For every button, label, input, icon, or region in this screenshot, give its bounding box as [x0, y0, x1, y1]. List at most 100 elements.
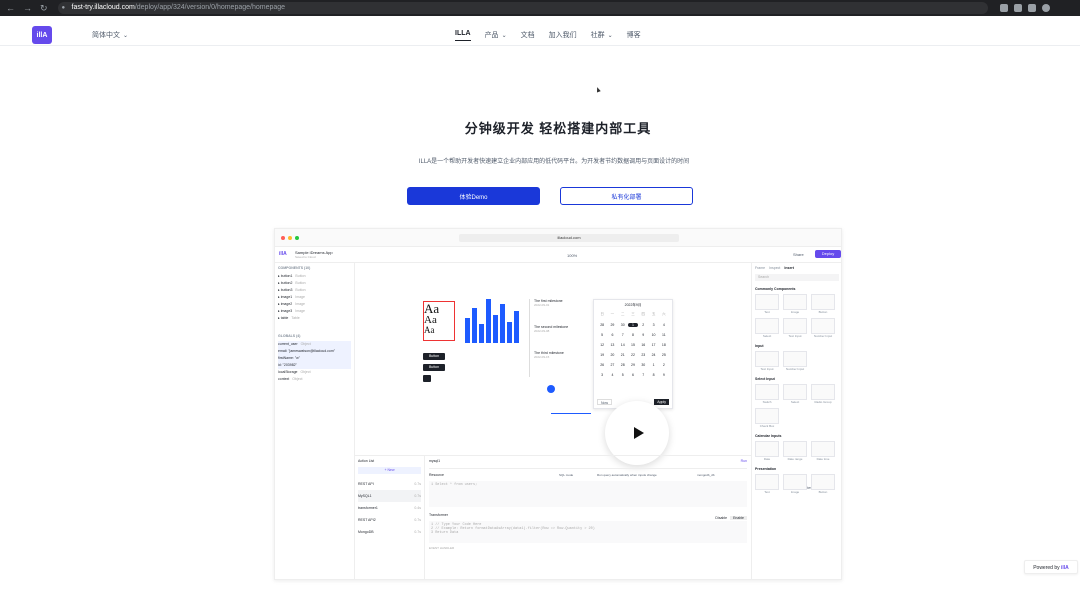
nav-product[interactable]: 产品 ⌄: [485, 30, 507, 41]
extension-icon[interactable]: [999, 4, 1008, 12]
global-type: Object: [292, 377, 303, 381]
global-name: email: "jameswatson@illacloud.com": [278, 349, 336, 353]
component-name: ▸ button2: [278, 281, 293, 285]
component-type: Image: [295, 295, 305, 299]
calendar-day: 8: [632, 333, 634, 337]
component-thumbnail: [755, 351, 779, 367]
forward-icon[interactable]: →: [23, 3, 32, 14]
calendar-apply-button: Apply: [654, 399, 669, 405]
component-grid: Switch Select Radio Group Check Box: [755, 384, 840, 428]
sql-mode-select: SQL mode: [559, 473, 574, 477]
component-label: Text Input: [788, 334, 802, 338]
component-section-title: Presentation: [755, 467, 777, 471]
component-grid: Text Image Button: [755, 474, 840, 494]
new-action-button: + New: [358, 467, 421, 474]
back-icon[interactable]: ←: [6, 3, 15, 14]
component-card: Image: [783, 294, 807, 314]
timeline-item: The second milestone 2022-09-08: [529, 325, 577, 351]
global-type: Object: [300, 342, 311, 346]
component-thumbnail: [755, 408, 779, 424]
component-card: Date range: [783, 441, 807, 461]
mouse-cursor-icon: [595, 86, 601, 93]
powered-by-badge[interactable]: Powered by illA: [1024, 560, 1078, 574]
action-item: MySQL1 0.7s: [358, 490, 421, 502]
trigger-select: Run query automatically when inputs chan…: [597, 473, 657, 477]
component-card: Image: [783, 474, 807, 494]
nav-community[interactable]: 社群 ⌄: [591, 30, 613, 41]
hero-title: 分钟级开发 轻松搭建内部工具: [464, 121, 652, 136]
calendar-day: 24: [651, 353, 656, 357]
window-controls: [281, 236, 299, 240]
calendar-day: 23: [641, 353, 646, 357]
reload-icon[interactable]: ↻: [40, 3, 48, 14]
global-tree-item: localStorage Object: [278, 369, 351, 376]
component-thumbnail: [783, 318, 807, 334]
editor-canvas: Aa Aa Aa The first milestone 2022-09-01 Th…: [355, 263, 813, 490]
profile-icon[interactable]: [1041, 4, 1050, 12]
language-selector[interactable]: 简体中文 ⌄: [92, 30, 128, 40]
calendar-day: 1: [652, 363, 655, 367]
action-time: 0.7s: [414, 494, 421, 498]
calendar-day: 30: [620, 323, 625, 327]
chart-bar: [465, 317, 470, 343]
component-type: Button: [295, 281, 306, 285]
extension-icon[interactable]: [1027, 4, 1036, 12]
calendar-now-button: Now: [597, 399, 613, 405]
calendar-day: 17: [651, 343, 656, 347]
global-tree-item: email: "jameswatson@illacloud.com": [278, 348, 351, 355]
try-demo-button[interactable]: 体验Demo: [407, 187, 540, 205]
action-name: REST API2: [358, 518, 376, 522]
action-name: transformer1: [358, 506, 378, 510]
calendar-day: 15: [631, 343, 635, 347]
self-host-button[interactable]: 私有化部署: [560, 187, 693, 205]
timeline-item: The third milestone 2022-09-15: [529, 351, 577, 377]
nav-blog[interactable]: 博客: [627, 30, 641, 41]
nav-docs[interactable]: 文档: [521, 30, 535, 41]
component-thumbnail: [783, 384, 807, 400]
action-list: Action List + New REST API 0.7s MySQL1 0.7s…: [355, 456, 425, 579]
insert-panel: Frame Inspect Insert Search Commonly Com…: [751, 263, 841, 579]
nav-community-label: 社群: [590, 32, 605, 39]
calendar-day: 26: [600, 363, 605, 367]
chevron-down-icon: ⌄: [123, 33, 129, 39]
query-editor: mysql1 Run Resource SQL mode Run query a…: [425, 456, 751, 579]
component-card: Text Input: [783, 318, 807, 338]
top-navigation: ILLA 产品 ⌄ 文档 加入我们 社群 ⌄ 博客: [455, 30, 641, 41]
component-label: Text: [764, 490, 770, 494]
calendar-weekday: 二: [620, 312, 625, 316]
calendar-component: 2022年9月 日一二三四五六 28 29 30 1 2 3 4 5 6 7 8 9 10 11 12 13 14…: [593, 299, 673, 409]
extension-icons: [999, 4, 1050, 12]
hero-subtitle: ILLA是一个帮助开发者快速建立企业内部应用的低代码平台。为开发者节约数据调用与…: [418, 159, 690, 165]
action-item: MongoDB 0.7s: [358, 526, 421, 538]
url-domain: fast-try.illacloud.com: [71, 4, 135, 11]
extension-icon[interactable]: [1013, 4, 1022, 12]
component-type: Image: [295, 309, 305, 313]
component-section-title: Commonly Components: [755, 287, 796, 291]
component-type: Button: [295, 274, 306, 278]
chart-bar: [507, 322, 512, 343]
component-card: Select: [755, 318, 779, 338]
action-time: 0.7s: [414, 482, 421, 486]
chart-bar: [472, 308, 477, 343]
calendar-day: 28: [620, 363, 625, 367]
calendar-weekday: 四: [641, 312, 646, 316]
url-path: /deploy/app/324/version/0/homepage/homep…: [134, 4, 286, 11]
action-time: 0.7s: [414, 530, 421, 534]
illa-logo[interactable]: illA: [32, 26, 52, 44]
sql-code-editor: 1 Select * from users;: [429, 481, 747, 507]
resource-label: Resource: [429, 473, 444, 477]
calendar-weekday: 六: [662, 312, 666, 316]
product-screenshot: illacloud.com illA Sample iDreams App Sa…: [274, 228, 842, 580]
nav-illa[interactable]: ILLA: [455, 30, 471, 41]
component-label: Date time: [816, 457, 830, 461]
calendar-day: 16: [641, 343, 646, 347]
calendar-day: 29: [631, 363, 635, 367]
calendar-day: 13: [610, 343, 615, 347]
component-thumbnail: [755, 294, 779, 310]
nav-join-us[interactable]: 加入我们: [549, 30, 577, 41]
component-card: Date: [755, 441, 779, 461]
address-bar[interactable]: ● fast-try.illacloud.com/deploy/app/324/…: [57, 2, 988, 14]
components-list: ▸ button1 Button ▸ button2 Button ▸ button3 B…: [278, 273, 351, 322]
timeline-date: 2022-09-08: [534, 329, 550, 333]
component-card: Switch: [755, 384, 779, 404]
